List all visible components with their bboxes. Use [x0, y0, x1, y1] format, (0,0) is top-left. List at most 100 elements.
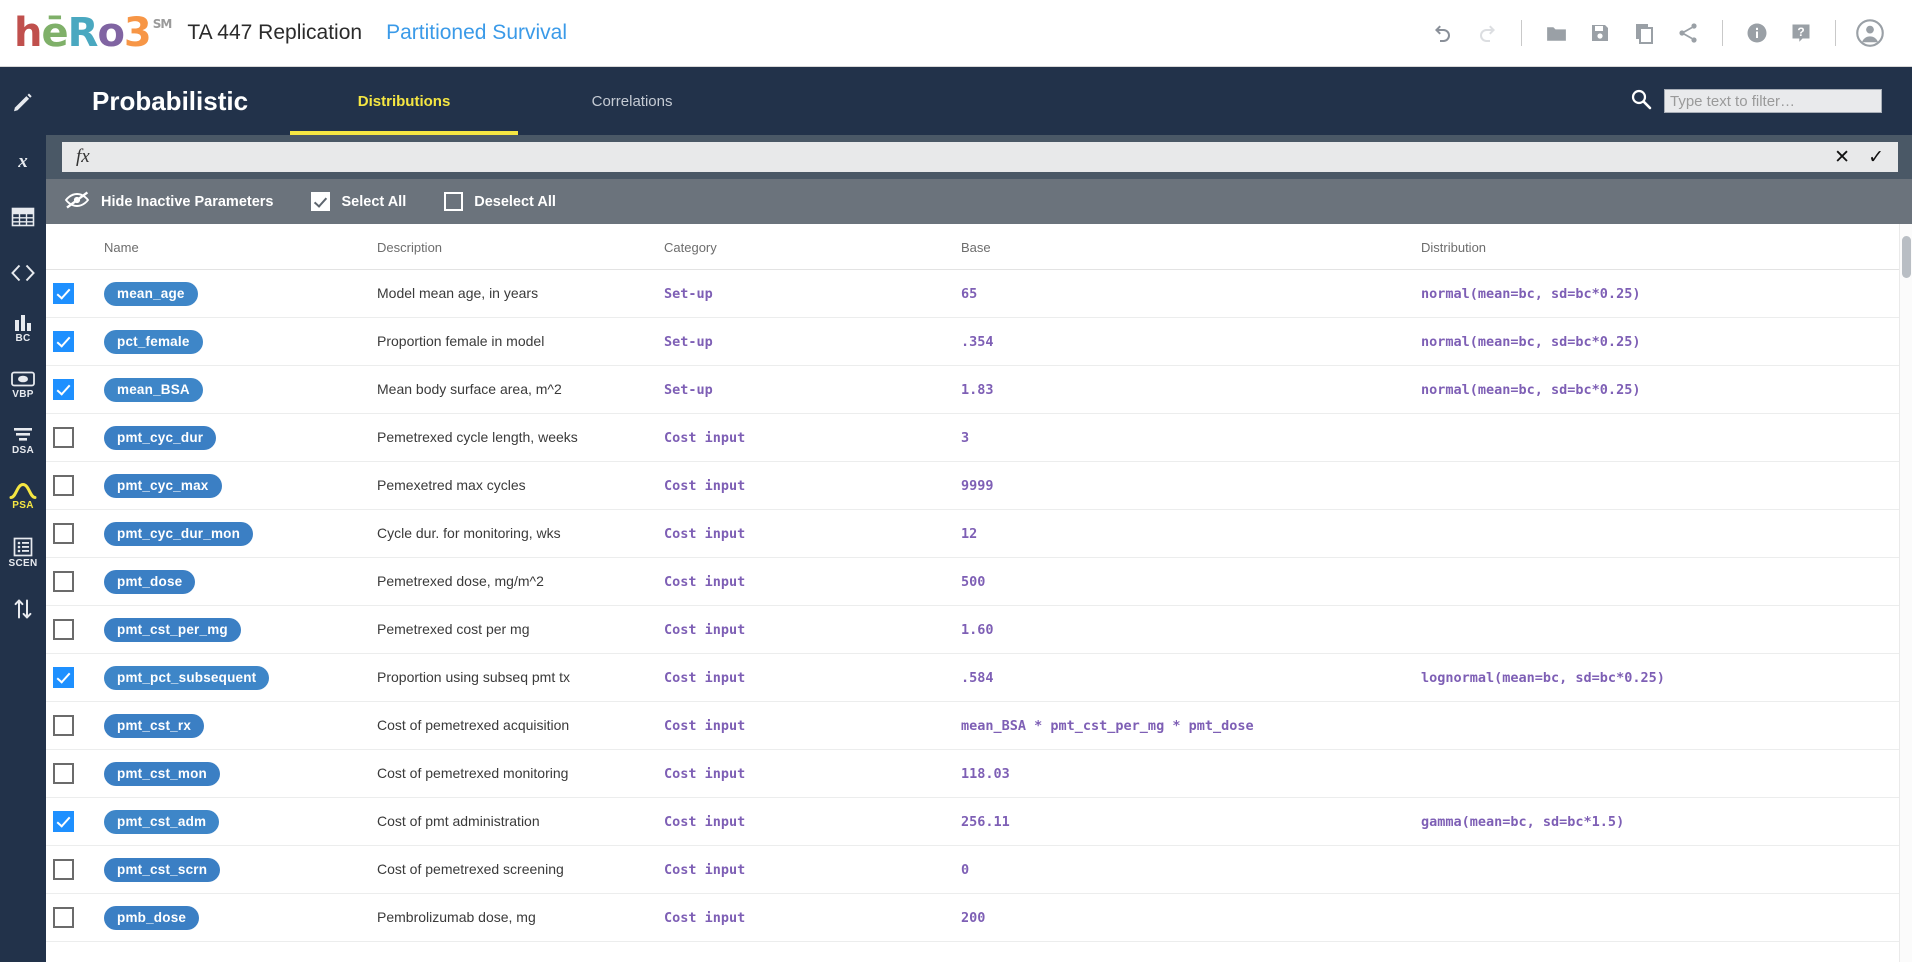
parameter-name-pill[interactable]: pmt_cst_per_mg	[104, 617, 241, 642]
parameter-base-value[interactable]: .584	[961, 670, 994, 686]
formula-input[interactable]	[99, 149, 1821, 165]
row-checkbox[interactable]	[53, 859, 74, 880]
parameter-name-pill[interactable]: pmt_cyc_dur	[104, 425, 217, 450]
parameter-base-value[interactable]: 12	[961, 526, 977, 542]
parameter-name-pill[interactable]: pmt_cyc_max	[104, 473, 222, 498]
row-checkbox[interactable]	[53, 379, 74, 400]
copy-icon[interactable]	[1622, 11, 1666, 55]
sidebar-item-vbp[interactable]: VBP	[0, 363, 46, 407]
table-row[interactable]: mean_BSA Mean body surface area, m^2 Set-u…	[46, 366, 1912, 414]
select-all-button[interactable]: Select All	[311, 192, 406, 211]
select-all-checkbox[interactable]	[311, 192, 331, 211]
parameter-distribution[interactable]: normal(mean=bc, sd=bc*0.25)	[1421, 382, 1640, 398]
parameter-name-pill[interactable]: pmt_cyc_dur_mon	[104, 521, 254, 546]
table-row[interactable]: pct_female Proportion female in model Set-…	[46, 318, 1912, 366]
info-icon[interactable]	[1735, 11, 1779, 55]
header-description[interactable]: Description	[377, 224, 664, 270]
parameter-base-value[interactable]: 1.83	[961, 382, 994, 398]
row-checkbox[interactable]	[53, 619, 74, 640]
parameter-base-value[interactable]: 0	[961, 862, 969, 878]
help-icon[interactable]: ?	[1779, 11, 1823, 55]
parameter-base-value[interactable]: 256.11	[961, 814, 1010, 830]
formula-accept-icon[interactable]: ✓	[1864, 148, 1888, 167]
parameter-name-pill[interactable]: pmt_cst_mon	[104, 761, 220, 786]
formula-cancel-icon[interactable]: ✕	[1830, 148, 1854, 167]
redo-icon[interactable]	[1465, 11, 1509, 55]
parameter-base-value[interactable]: 9999	[961, 478, 994, 494]
table-row[interactable]: pmt_cyc_dur Pemetrexed cycle length, week…	[46, 414, 1912, 462]
tab-correlations[interactable]: Correlations	[518, 67, 746, 135]
search-input[interactable]	[1664, 89, 1882, 113]
row-checkbox[interactable]	[53, 571, 74, 592]
account-icon[interactable]	[1848, 11, 1892, 55]
parameter-name-pill[interactable]: pmb_dose	[104, 905, 200, 930]
row-checkbox[interactable]	[53, 331, 74, 352]
row-checkbox[interactable]	[53, 907, 74, 928]
parameter-name-pill[interactable]: pmt_dose	[104, 569, 196, 594]
row-checkbox[interactable]	[53, 427, 74, 448]
table-row[interactable]: pmt_cst_per_mg Pemetrexed cost per mg Cost…	[46, 606, 1912, 654]
row-checkbox[interactable]	[53, 811, 74, 832]
folder-icon[interactable]	[1534, 11, 1578, 55]
parameter-distribution[interactable]: lognormal(mean=bc, sd=bc*0.25)	[1421, 670, 1665, 686]
vertical-scrollbar[interactable]	[1899, 224, 1912, 962]
parameter-distribution[interactable]: normal(mean=bc, sd=bc*0.25)	[1421, 286, 1640, 302]
sidebar-item-table[interactable]	[0, 195, 46, 239]
row-checkbox[interactable]	[53, 667, 74, 688]
row-checkbox[interactable]	[53, 763, 74, 784]
table-row[interactable]: pmt_cyc_max Pemexetred max cycles Cost inp…	[46, 462, 1912, 510]
table-row[interactable]: pmt_dose Pemetrexed dose, mg/m^2 Cost inpu…	[46, 558, 1912, 606]
share-icon[interactable]	[1666, 11, 1710, 55]
table-row[interactable]: pmt_cyc_dur_mon Cycle dur. for monitoring…	[46, 510, 1912, 558]
parameter-name-pill[interactable]: pmt_pct_subsequent	[104, 665, 270, 690]
parameter-name-pill[interactable]: pmt_cst_scrn	[104, 857, 221, 882]
header-category[interactable]: Category	[664, 224, 961, 270]
sidebar-item-variables[interactable]: x	[0, 139, 46, 183]
formula-field[interactable]: fx ✕ ✓	[62, 142, 1898, 172]
hide-inactive-parameters-button[interactable]: Hide Inactive Parameters	[64, 190, 273, 214]
table-row[interactable]: mean_age Model mean age, in years Set-up 65…	[46, 270, 1912, 318]
sidebar-item-bc[interactable]: BC	[0, 307, 46, 351]
parameter-base-value[interactable]: 65	[961, 286, 977, 302]
deselect-all-button[interactable]: Deselect All	[444, 192, 556, 211]
table-row[interactable]: pmt_pct_subsequent Proportion using subse…	[46, 654, 1912, 702]
hero3-logo[interactable]: h ē Ro 3 SM	[14, 13, 172, 53]
parameter-base-value[interactable]: 3	[961, 430, 969, 446]
row-checkbox[interactable]	[53, 715, 74, 736]
table-row[interactable]: pmt_cst_mon Cost of pemetrexed monitoring…	[46, 750, 1912, 798]
parameter-name-pill[interactable]: pmt_cst_rx	[104, 713, 205, 738]
parameter-distribution[interactable]: normal(mean=bc, sd=bc*0.25)	[1421, 334, 1640, 350]
row-checkbox[interactable]	[53, 283, 74, 304]
sidebar-item-edit[interactable]	[0, 83, 46, 127]
sidebar-item-scen[interactable]: SCEN	[0, 531, 46, 575]
parameter-base-value[interactable]: .354	[961, 334, 994, 350]
parameter-distribution[interactable]: gamma(mean=bc, sd=bc*1.5)	[1421, 814, 1624, 830]
header-base[interactable]: Base	[961, 224, 1421, 270]
parameter-base-value[interactable]: 1.60	[961, 622, 994, 638]
parameter-name-pill[interactable]: mean_age	[104, 281, 198, 306]
sidebar-item-code[interactable]	[0, 251, 46, 295]
row-checkbox[interactable]	[53, 475, 74, 496]
undo-icon[interactable]	[1421, 11, 1465, 55]
parameter-base-value[interactable]: mean_BSA * pmt_cst_per_mg * pmt_dose	[961, 718, 1254, 734]
table-row[interactable]: pmb_dose Pembrolizumab dose, mg Cost input…	[46, 894, 1912, 942]
scrollbar-thumb[interactable]	[1902, 236, 1911, 278]
parameter-name-pill[interactable]: pmt_cst_adm	[104, 809, 220, 834]
tab-distributions[interactable]: Distributions	[290, 67, 519, 135]
save-icon[interactable]	[1578, 11, 1622, 55]
header-distribution[interactable]: Distribution	[1421, 224, 1912, 270]
parameter-base-value[interactable]: 118.03	[961, 766, 1010, 782]
parameter-base-value[interactable]: 500	[961, 574, 985, 590]
parameter-name-pill[interactable]: pct_female	[104, 329, 203, 354]
sidebar-item-dsa[interactable]: DSA	[0, 419, 46, 463]
table-row[interactable]: pmt_cst_rx Cost of pemetrexed acquisition…	[46, 702, 1912, 750]
search-icon[interactable]	[1630, 88, 1652, 115]
sidebar-item-sort[interactable]	[0, 587, 46, 631]
row-checkbox[interactable]	[53, 523, 74, 544]
header-name[interactable]: Name	[104, 224, 377, 270]
table-row[interactable]: pmt_cst_scrn Cost of pemetrexed screening…	[46, 846, 1912, 894]
parameter-base-value[interactable]: 200	[961, 910, 985, 926]
submodel-title[interactable]: Partitioned Survival	[386, 21, 567, 45]
table-row[interactable]: pmt_cst_adm Cost of pmt administration Cos…	[46, 798, 1912, 846]
deselect-all-checkbox[interactable]	[444, 192, 464, 211]
